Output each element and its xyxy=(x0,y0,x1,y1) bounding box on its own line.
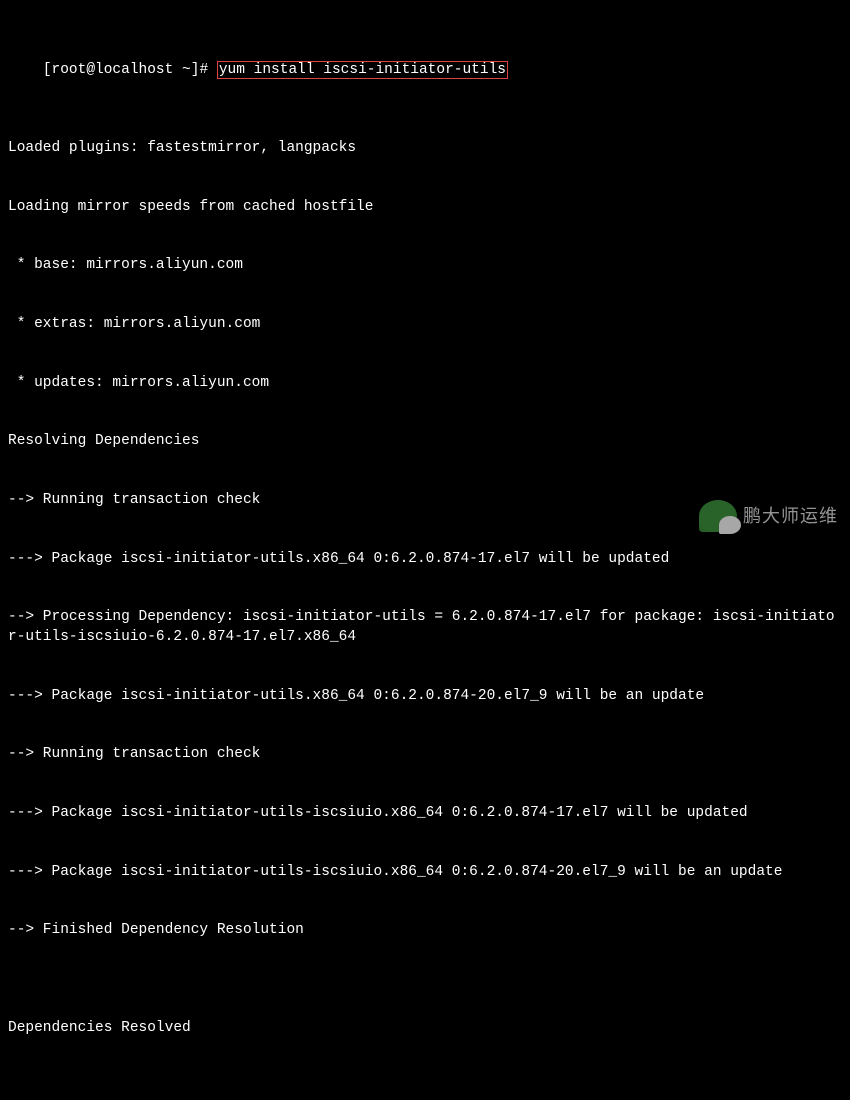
output-line: * base: mirrors.aliyun.com xyxy=(8,256,842,276)
output-line: --> Processing Dependency: iscsi-initiat… xyxy=(8,608,842,647)
output-line: Dependencies Resolved xyxy=(8,1019,842,1039)
output-line: ---> Package iscsi-initiator-utils-iscsi… xyxy=(8,863,842,883)
output-line: * extras: mirrors.aliyun.com xyxy=(8,315,842,335)
watermark-text: 鹏大师运维 xyxy=(743,504,838,528)
output-line: --> Finished Dependency Resolution xyxy=(8,921,842,941)
output-line: ---> Package iscsi-initiator-utils.x86_6… xyxy=(8,550,842,570)
shell-prompt: [root@localhost ~]# xyxy=(43,62,217,78)
wechat-icon xyxy=(699,500,737,532)
output-line: Loading mirror speeds from cached hostfi… xyxy=(8,198,842,218)
output-line: * updates: mirrors.aliyun.com xyxy=(8,374,842,394)
output-line: ---> Package iscsi-initiator-utils-iscsi… xyxy=(8,804,842,824)
command-highlight: yum install iscsi-initiator-utils xyxy=(217,61,508,79)
output-line: --> Running transaction check xyxy=(8,745,842,765)
output-line: ---> Package iscsi-initiator-utils.x86_6… xyxy=(8,687,842,707)
watermark: 鹏大师运维 xyxy=(699,500,838,532)
output-line: Loaded plugins: fastestmirror, langpacks xyxy=(8,139,842,159)
output-line: Resolving Dependencies xyxy=(8,432,842,452)
terminal-output[interactable]: [root@localhost ~]# yum install iscsi-in… xyxy=(8,2,842,1100)
